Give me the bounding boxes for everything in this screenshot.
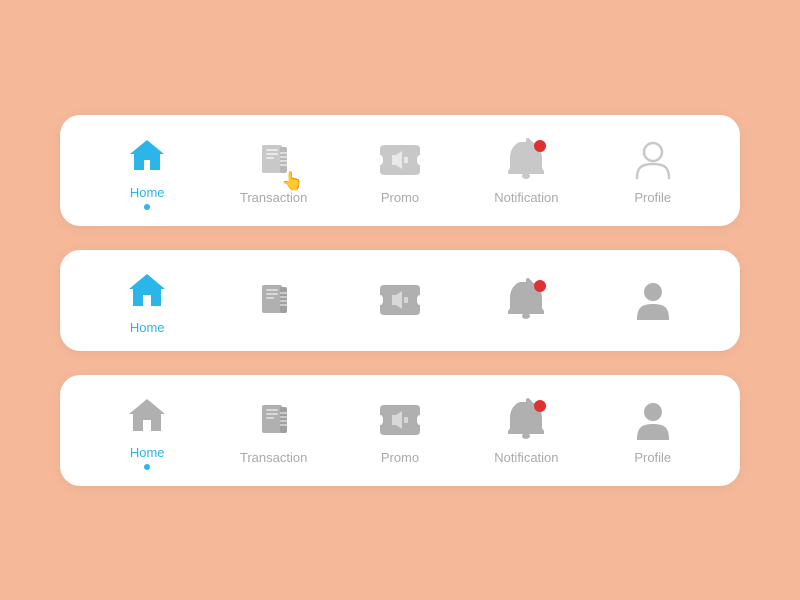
notification-label-1: Notification xyxy=(494,190,558,205)
nav-item-promo-1[interactable]: Promo xyxy=(360,136,440,205)
nav-item-promo-3[interactable]: Promo xyxy=(360,396,440,465)
home-label-1: Home xyxy=(130,185,165,200)
transaction-icon-wrap-1: 👆 xyxy=(250,136,298,184)
notification-badge-1 xyxy=(534,140,546,152)
nav-item-home-3[interactable]: Home xyxy=(107,391,187,470)
nav-item-notification-2[interactable] xyxy=(486,276,566,324)
transaction-label-1: Transaction xyxy=(240,190,307,205)
nav-bar-2: Home xyxy=(60,250,740,351)
home-active-dot-1 xyxy=(144,204,150,210)
promo-label-1: Promo xyxy=(381,190,419,205)
nav-item-home-1[interactable]: Home xyxy=(107,131,187,210)
home-active-dot-3 xyxy=(144,464,150,470)
home-icon-wrap-3 xyxy=(123,391,171,439)
transaction-icon-3 xyxy=(253,399,295,441)
nav-item-profile-1[interactable]: Profile xyxy=(613,136,693,205)
notification-icon-wrap-3 xyxy=(502,396,550,444)
nav-bar-3: Home Transaction xyxy=(60,375,740,486)
promo-icon-wrap-1 xyxy=(376,136,424,184)
home-label-2: Home xyxy=(130,320,165,335)
nav-item-home-2[interactable]: Home xyxy=(107,266,187,335)
promo-label-3: Promo xyxy=(381,450,419,465)
nav-item-notification-3[interactable]: Notification xyxy=(486,396,566,465)
nav-item-transaction-2[interactable] xyxy=(234,276,314,324)
nav-item-promo-2[interactable] xyxy=(360,276,440,324)
nav-item-profile-3[interactable]: Profile xyxy=(613,396,693,465)
profile-icon-2 xyxy=(633,278,673,322)
home-icon-1 xyxy=(126,134,168,176)
home-icon-wrap xyxy=(123,131,171,179)
home-icon-3 xyxy=(126,394,168,436)
transaction-icon-wrap-3 xyxy=(250,396,298,444)
profile-label-1: Profile xyxy=(634,190,671,205)
promo-icon-1 xyxy=(378,143,422,177)
cursor-icon-1: 👆 xyxy=(281,172,303,190)
nav-item-profile-2[interactable] xyxy=(613,276,693,324)
transaction-icon-2 xyxy=(253,279,295,321)
home-icon-2 xyxy=(126,269,168,311)
profile-label-3: Profile xyxy=(634,450,671,465)
profile-icon-wrap-3 xyxy=(629,396,677,444)
transaction-label-3: Transaction xyxy=(240,450,307,465)
home-icon-wrap-2 xyxy=(123,266,171,314)
notification-icon-wrap-2 xyxy=(502,276,550,324)
promo-icon-wrap-2 xyxy=(376,276,424,324)
promo-icon-3 xyxy=(378,403,422,437)
promo-icon-wrap-3 xyxy=(376,396,424,444)
nav-item-notification-1[interactable]: Notification xyxy=(486,136,566,205)
profile-icon-wrap-1 xyxy=(629,136,677,184)
nav-item-transaction-3[interactable]: Transaction xyxy=(234,396,314,465)
notification-icon-wrap-1 xyxy=(502,136,550,184)
nav-item-transaction-1[interactable]: 👆 Transaction xyxy=(234,136,314,205)
notification-badge-3 xyxy=(534,400,546,412)
transaction-icon-wrap-2 xyxy=(250,276,298,324)
nav-bar-1: Home 👆 Transaction xyxy=(60,115,740,226)
profile-icon-3 xyxy=(633,398,673,442)
promo-icon-2 xyxy=(378,283,422,317)
notification-label-3: Notification xyxy=(494,450,558,465)
profile-icon-1 xyxy=(633,138,673,182)
profile-icon-wrap-2 xyxy=(629,276,677,324)
home-label-3: Home xyxy=(130,445,165,460)
